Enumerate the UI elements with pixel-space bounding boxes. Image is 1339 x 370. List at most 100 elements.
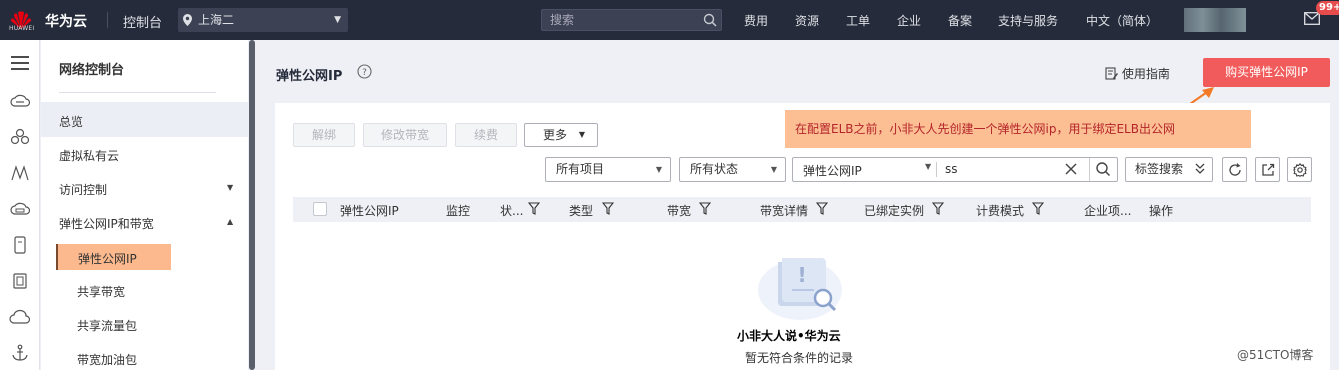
console-link[interactable]: 控制台: [123, 12, 162, 31]
project-select[interactable]: 所有项目 ▼: [545, 157, 671, 182]
buy-eip-button[interactable]: 购买弹性公网IP: [1203, 58, 1330, 87]
svg-text:?: ?: [362, 68, 367, 78]
cluster-icon[interactable]: [9, 128, 31, 146]
sidebar: 网络控制台 总览 虚拟私有云 访问控制 ▼ 弹性公网IP和带宽 ▲ 弹性公网IP…: [41, 40, 248, 370]
more-label: 更多: [543, 128, 568, 142]
filter-icon[interactable]: [602, 202, 614, 215]
column-header-type[interactable]: 类型: [569, 202, 593, 219]
project-select-value: 所有项目: [556, 162, 605, 176]
search-input[interactable]: [542, 10, 692, 30]
gear-icon: [1293, 163, 1307, 177]
chevron-double-down-icon: [1195, 163, 1205, 174]
export-button[interactable]: [1255, 157, 1280, 182]
filter-icon[interactable]: [528, 202, 540, 215]
column-header-bound-instance[interactable]: 已绑定实例: [864, 202, 924, 219]
sidebar-item-access-control[interactable]: 访问控制: [59, 181, 107, 198]
clear-icon[interactable]: [1063, 161, 1079, 177]
svg-text:!: !: [797, 263, 806, 287]
caret-down-icon: ▼: [770, 165, 777, 174]
column-header-bandwidth[interactable]: 带宽: [667, 202, 691, 219]
modify-bandwidth-button[interactable]: 修改带宽: [363, 123, 447, 147]
status-select-value: 所有状态: [690, 162, 739, 176]
region-selector[interactable]: 上海二 ▼: [178, 8, 348, 32]
tag-search-button[interactable]: 标签搜索: [1125, 157, 1213, 182]
nav-support[interactable]: 支持与服务: [998, 12, 1058, 29]
brand-name[interactable]: 华为云: [45, 11, 87, 31]
sidebar-subitem-traffic-package[interactable]: 共享流量包: [77, 317, 137, 334]
column-header-bandwidth-details[interactable]: 带宽详情: [760, 202, 808, 219]
unbind-button[interactable]: 解绑: [293, 123, 355, 147]
caret-down-icon[interactable]: ▼: [227, 183, 233, 192]
mail-icon[interactable]: [1304, 12, 1320, 25]
empty-state-text: 暂无符合条件的记录: [745, 351, 854, 365]
filter-icon[interactable]: [932, 202, 944, 215]
sidebar-subitem-shared-bandwidth[interactable]: 共享带宽: [77, 283, 125, 300]
column-header-billing-mode[interactable]: 计费模式: [976, 202, 1024, 219]
chevron-down-icon: ▼: [334, 15, 341, 25]
caret-down-icon: ▼: [655, 165, 662, 174]
region-label: 上海二: [198, 13, 235, 27]
refresh-icon: [1229, 163, 1241, 176]
nav-resources[interactable]: 资源: [795, 12, 819, 29]
export-icon: [1262, 163, 1275, 176]
network-icon[interactable]: [9, 164, 31, 182]
menu-icon[interactable]: [9, 54, 31, 72]
search-type-select[interactable]: 弹性公网IP: [803, 162, 862, 179]
service-rail: [0, 40, 40, 370]
settings-button[interactable]: [1287, 157, 1312, 182]
nav-tickets[interactable]: 工单: [846, 12, 870, 29]
filter-icon[interactable]: [1032, 202, 1044, 215]
filter-icon[interactable]: [816, 202, 828, 215]
renew-button[interactable]: 续费: [455, 123, 517, 147]
sidebar-scrollbar[interactable]: [249, 40, 255, 370]
column-header-status[interactable]: 状...: [500, 202, 523, 219]
search-icon[interactable]: [703, 13, 717, 27]
search-input[interactable]: ss: [945, 162, 958, 176]
sidebar-title: 网络控制台: [59, 63, 125, 78]
divider: [1089, 158, 1090, 181]
top-bar: HUAWEI 华为云 控制台 上海二 ▼ 费用 资源 工单 企业 备案 支持与服…: [0, 0, 1339, 40]
divider: [59, 92, 216, 93]
empty-state-watermark: 小非大人说•华为云: [737, 329, 841, 343]
more-dropdown[interactable]: 更多 ▼: [524, 123, 598, 147]
nav-language[interactable]: 中文（简体）: [1086, 12, 1158, 29]
location-pin-icon: [183, 14, 192, 26]
sidebar-subitem-bandwidth-addon[interactable]: 带宽加油包: [77, 351, 137, 368]
sidebar-subitem-eip[interactable]: 弹性公网IP: [56, 244, 171, 270]
table-header: 弹性公网IP 监控 状... 类型 带宽 带宽详情 已绑定实例 计费模式 企业项…: [293, 197, 1311, 222]
anchor-icon[interactable]: [9, 344, 31, 362]
cloud-icon[interactable]: [9, 308, 31, 326]
container-icon[interactable]: [9, 272, 31, 290]
list-search[interactable]: 弹性公网IP ▼ ss: [792, 157, 1118, 182]
refresh-button[interactable]: [1222, 157, 1247, 182]
global-search[interactable]: [541, 9, 722, 31]
help-icon[interactable]: ?: [357, 64, 372, 79]
filter-icon[interactable]: [699, 202, 711, 215]
select-all-checkbox[interactable]: [313, 202, 327, 216]
database-icon[interactable]: [9, 236, 31, 254]
annotation-callout: 在配置ELB之前，小非大人先创建一个弹性公网ip，用于绑定ELB出公网: [785, 110, 1251, 148]
guide-link[interactable]: 使用指南: [1105, 65, 1170, 82]
nav-filing[interactable]: 备案: [948, 12, 972, 29]
nav-enterprise[interactable]: 企业: [897, 12, 921, 29]
column-header-operation: 操作: [1149, 204, 1174, 218]
cloud-server-icon[interactable]: [9, 92, 31, 110]
avatar[interactable]: [1184, 8, 1246, 32]
logo-text: HUAWEI: [9, 25, 35, 32]
notification-badge: 99+: [1316, 1, 1339, 15]
search-icon[interactable]: [1095, 161, 1111, 177]
page-title: 弹性公网IP: [276, 69, 343, 84]
storage-icon[interactable]: [9, 200, 31, 218]
status-select[interactable]: 所有状态 ▼: [679, 157, 786, 182]
sidebar-item-vpc[interactable]: 虚拟私有云: [59, 147, 119, 164]
column-header-eip[interactable]: 弹性公网IP: [340, 202, 399, 219]
caret-down-icon[interactable]: ▼: [925, 162, 931, 171]
sidebar-subitem-label: 弹性公网IP: [78, 252, 137, 266]
guide-doc-icon: [1105, 67, 1118, 80]
sidebar-item-eip-bandwidth[interactable]: 弹性公网IP和带宽: [59, 215, 154, 232]
guide-label: 使用指南: [1121, 67, 1170, 81]
sidebar-item-overview[interactable]: 总览: [59, 113, 83, 130]
nav-billing[interactable]: 费用: [744, 12, 768, 29]
caret-up-icon[interactable]: ▲: [227, 217, 233, 226]
empty-state-illustration: !: [758, 258, 842, 320]
